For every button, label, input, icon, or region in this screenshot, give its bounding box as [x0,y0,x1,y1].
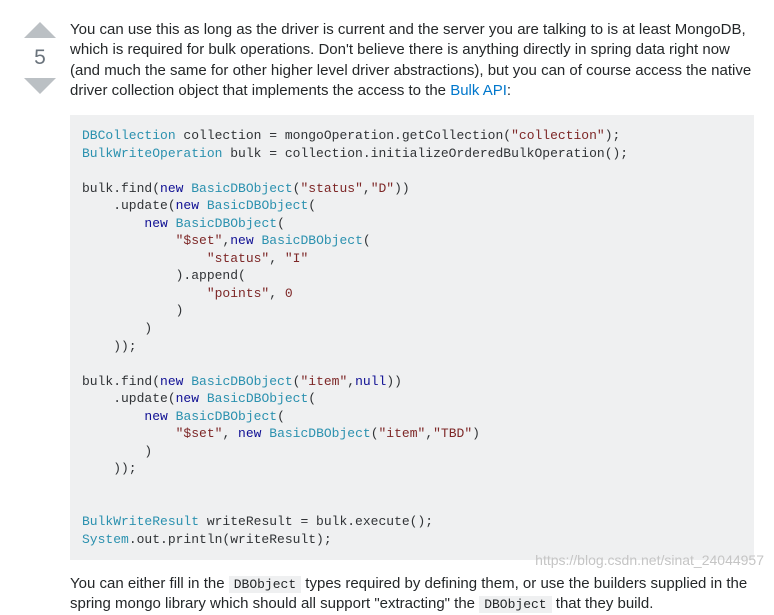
code-token [82,426,176,441]
code-token: bulk.find( [82,374,160,389]
code-token: )); [82,339,137,354]
code-token: ( [277,409,285,424]
code-token: .update( [82,391,176,406]
code-token: new [230,233,253,248]
code-token: collection = mongoOperation.getCollectio… [176,128,511,143]
code-token: ( [308,198,316,213]
code-token: "item" [379,426,426,441]
code-token [82,216,144,231]
code-token: ) [82,321,152,336]
footer-text: that they build. [552,595,654,612]
inline-code: DBObject [229,576,301,593]
code-token [199,391,207,406]
code-token: )) [394,181,410,196]
code-token: ( [277,216,285,231]
code-token: , [269,286,285,301]
code-token: "status" [300,181,362,196]
code-token: BasicDBObject [176,216,277,231]
code-token: System [82,532,129,547]
code-token: BasicDBObject [191,181,292,196]
code-token: "item" [300,374,347,389]
code-token [82,303,176,318]
code-token: ); [605,128,621,143]
code-token: ) [176,303,184,318]
code-token: "points" [207,286,269,301]
code-token [199,198,207,213]
downvote-icon[interactable] [24,78,56,94]
code-token: new [144,409,167,424]
code-token: ( [371,426,379,441]
code-token: "I" [285,251,308,266]
inline-code: DBObject [479,596,551,613]
code-token: 0 [285,286,293,301]
code-token: BasicDBObject [191,374,292,389]
intro-suffix: : [507,82,511,99]
upvote-icon[interactable] [24,22,56,38]
code-token: , [347,374,355,389]
code-token: bulk.find( [82,181,160,196]
code-token [168,216,176,231]
code-token: , [425,426,433,441]
code-token: new [176,391,199,406]
code-token: ) [472,426,480,441]
code-token: ) [82,444,152,459]
code-token [82,409,144,424]
code-token: ( [363,233,371,248]
code-token: new [144,216,167,231]
code-token: new [160,374,183,389]
code-token: BasicDBObject [176,409,277,424]
code-token: "D" [371,181,394,196]
code-token: BasicDBObject [207,391,308,406]
code-token [82,286,207,301]
code-token [168,409,176,424]
code-token: DBCollection [82,128,176,143]
answer-intro: You can use this as long as the driver i… [70,20,754,101]
answer-container: 5 You can use this as long as the driver… [0,0,774,615]
answer-content: You can use this as long as the driver i… [70,20,764,615]
vote-count: 5 [34,46,46,70]
code-token: )); [82,461,137,476]
code-token: BasicDBObject [269,426,370,441]
code-token: new [176,198,199,213]
code-token: new [238,426,261,441]
code-token: )) [386,374,402,389]
code-block: DBCollection collection = mongoOperation… [70,115,754,560]
code-token: .out.println(writeResult); [129,532,332,547]
code-token: BasicDBObject [207,198,308,213]
code-token: "$set" [176,233,223,248]
code-token: BulkWriteOperation [82,146,222,161]
code-token: "collection" [511,128,605,143]
footer-text: You can either fill in the [70,575,229,592]
code-token: , [269,251,285,266]
code-token [82,268,176,283]
vote-column: 5 [10,20,70,615]
code-token: writeResult = bulk.execute(); [199,514,433,529]
code-token [82,251,207,266]
code-token: BasicDBObject [261,233,362,248]
code-token: "TBD" [433,426,472,441]
code-token: new [160,181,183,196]
answer-footer: You can either fill in the DBObject type… [70,574,754,615]
code-token: ( [308,391,316,406]
code-token: BulkWriteResult [82,514,199,529]
code-token: bulk = collection.initializeOrderedBulkO… [222,146,628,161]
code-token: "status" [207,251,269,266]
code-token: null [355,374,386,389]
code-token: "$set" [176,426,223,441]
code-token: , [363,181,371,196]
code-token: , [222,426,238,441]
bulk-api-link[interactable]: Bulk API [450,82,507,99]
code-token: .update( [82,198,176,213]
code-token [82,233,176,248]
intro-text: You can use this as long as the driver i… [70,21,751,99]
code-token: ).append( [176,268,246,283]
